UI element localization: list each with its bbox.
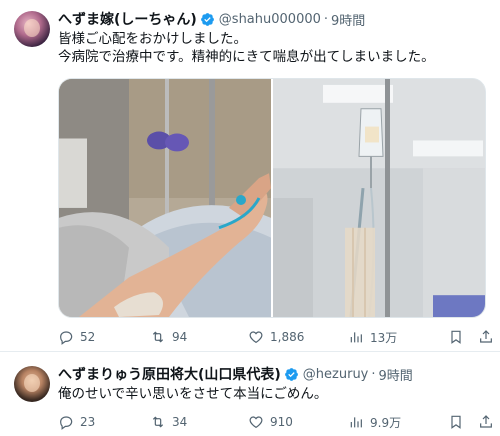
repost-button[interactable]: 34	[150, 412, 187, 432]
view-count: 13万	[370, 330, 398, 345]
like-count: 1,886	[270, 330, 305, 344]
tweet[interactable]: へずま嫁(しーちゃん) @shahu000000 · 9時間 皆様ご心配をおかけ…	[0, 0, 500, 352]
tweet-actions: 52 94 1,886 13万	[58, 327, 492, 347]
tweet-text: 俺のせいで辛い思いをさせて本当にごめん。	[58, 385, 327, 403]
share-button[interactable]	[478, 327, 500, 347]
repost-button[interactable]: 94	[150, 327, 187, 347]
photo-iv-drip[interactable]	[273, 79, 486, 317]
share-button[interactable]	[478, 412, 500, 432]
tweet-text-line: 俺のせいで辛い思いをさせて本当にごめん。	[58, 386, 328, 402]
photo-arm-iv[interactable]	[59, 79, 271, 317]
repost-count: 34	[172, 415, 188, 429]
share-icon	[480, 415, 492, 428]
tweet-text-line: 皆様ご心配をおかけしました。	[58, 31, 247, 47]
bookmark-button[interactable]	[448, 412, 470, 432]
views-button[interactable]: 9.9万	[348, 412, 401, 432]
verified-badge-icon	[284, 367, 298, 381]
display-name[interactable]: へずま嫁(しーちゃん)	[58, 9, 197, 29]
reply-count: 23	[80, 415, 96, 429]
bookmark-button[interactable]	[448, 327, 470, 347]
like-button[interactable]: 1,886	[248, 327, 304, 347]
reply-count: 52	[80, 330, 96, 344]
tweet-text-line: 今病院で治療中です。精神的にきて喘息が出てしまいました。	[58, 49, 435, 65]
handle[interactable]: @shahu000000	[219, 12, 321, 27]
timestamp[interactable]: 9時間	[331, 10, 365, 29]
bookmark-icon	[451, 330, 461, 344]
share-icon	[480, 330, 492, 343]
tweet-actions: 23 34 910 9.9万	[58, 412, 492, 432]
avatar[interactable]	[14, 366, 50, 402]
views-chart-icon	[350, 332, 362, 343]
timestamp[interactable]: 9時間	[379, 365, 413, 384]
reply-icon	[60, 331, 73, 345]
views-button[interactable]: 13万	[348, 327, 397, 347]
views-chart-icon	[350, 417, 362, 428]
reply-button[interactable]: 52	[58, 327, 95, 347]
bookmark-icon	[451, 415, 461, 429]
display-name[interactable]: へずまりゅう原田将大(山口県代表)	[58, 364, 281, 384]
reply-icon	[60, 416, 73, 430]
separator-dot: ·	[323, 11, 329, 27]
heart-icon	[249, 416, 263, 429]
repost-icon	[152, 416, 164, 428]
separator-dot: ·	[371, 366, 376, 382]
media-grid	[58, 78, 486, 318]
like-count: 910	[270, 415, 293, 429]
view-count: 9.9万	[370, 415, 402, 430]
tweet-text: 皆様ご心配をおかけしました。 今病院で治療中です。精神的にきて喘息が出てしまいま…	[58, 30, 435, 66]
avatar[interactable]	[14, 11, 50, 47]
heart-icon	[249, 331, 263, 344]
like-button[interactable]: 910	[248, 412, 293, 432]
tweet-header: へずま嫁(しーちゃん) @shahu000000 · 9時間	[58, 9, 365, 29]
repost-count: 94	[172, 330, 188, 344]
handle[interactable]: @hezuruy	[303, 367, 369, 382]
verified-badge-icon	[200, 12, 214, 26]
reply-button[interactable]: 23	[58, 412, 95, 432]
repost-icon	[152, 331, 164, 343]
tweet-header: へずまりゅう原田将大(山口県代表) @hezuruy · 9時間	[58, 364, 413, 384]
